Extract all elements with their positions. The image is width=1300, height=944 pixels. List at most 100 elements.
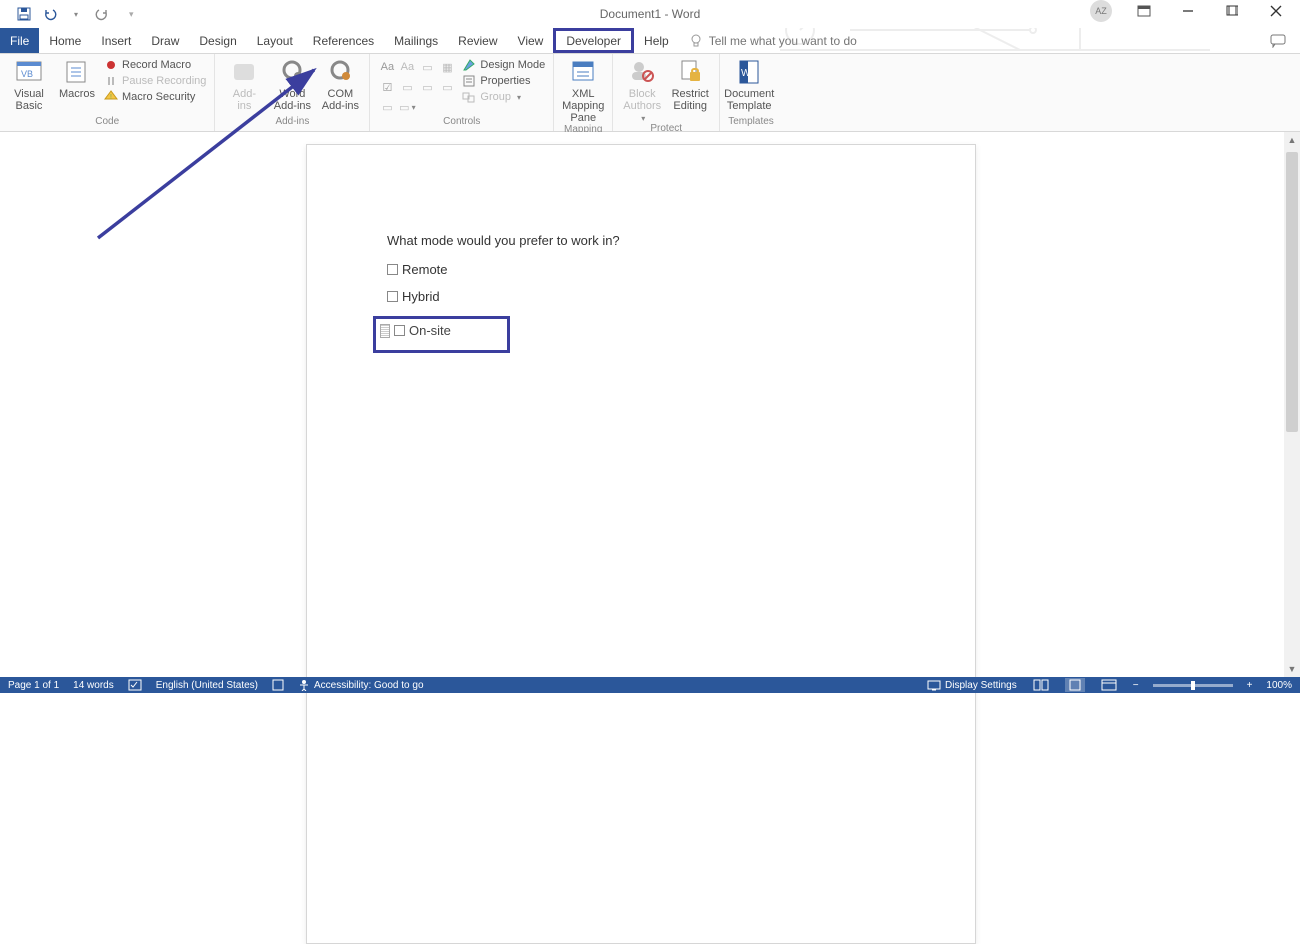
status-macro-icon[interactable] [272, 679, 284, 691]
group-control-button: Group▾ [462, 90, 545, 104]
tab-review[interactable]: Review [448, 28, 507, 53]
zoom-slider[interactable] [1153, 684, 1233, 687]
zoom-level[interactable]: 100% [1266, 680, 1292, 691]
qat-dropdown-icon[interactable]: ▾ [66, 4, 86, 24]
picture-control-icon[interactable]: ▭ [418, 58, 436, 76]
macro-security-button[interactable]: !Macro Security [104, 90, 206, 104]
tab-view[interactable]: View [508, 28, 554, 53]
pause-recording-button: Pause Recording [104, 74, 206, 88]
close-icon[interactable] [1258, 1, 1294, 21]
read-mode-icon[interactable] [1031, 678, 1051, 692]
status-accessibility[interactable]: Accessibility: Good to go [298, 679, 424, 691]
content-control-handle-icon[interactable] [380, 324, 390, 338]
legacy-tools-icon[interactable]: ▭▾ [398, 98, 416, 116]
com-addins-button[interactable]: COM Add-ins [319, 58, 361, 112]
comments-icon[interactable] [1270, 34, 1286, 51]
tab-draw[interactable]: Draw [141, 28, 189, 53]
checkbox-icon[interactable] [387, 264, 398, 275]
zoom-in-icon[interactable]: + [1247, 680, 1253, 691]
maximize-icon[interactable] [1214, 1, 1250, 21]
dropdown-control-icon[interactable]: ▭ [418, 78, 436, 96]
ribbon-display-icon[interactable] [1126, 1, 1162, 21]
visual-basic-button[interactable]: VB Visual Basic [8, 58, 50, 112]
tab-layout[interactable]: Layout [247, 28, 303, 53]
restrict-editing-button[interactable]: Restrict Editing [669, 58, 711, 112]
plain-text-control-icon[interactable]: Aa [398, 58, 416, 76]
tab-insert[interactable]: Insert [91, 28, 141, 53]
date-picker-control-icon[interactable]: ▭ [438, 78, 456, 96]
checkbox-control-icon[interactable]: ☑ [378, 78, 396, 96]
block-authors-button: Block Authors▾ [621, 58, 663, 123]
tab-mailings[interactable]: Mailings [384, 28, 448, 53]
vertical-scrollbar[interactable]: ▲ ▼ [1284, 132, 1300, 677]
document-area[interactable]: What mode would you prefer to work in? R… [0, 132, 1282, 677]
status-bar: Page 1 of 1 14 words English (United Sta… [0, 677, 1300, 693]
group-addins: Add- ins Word Add-ins COM Add-ins Add-in… [215, 54, 370, 131]
option-onsite-label: On-site [409, 323, 451, 338]
page[interactable]: What mode would you prefer to work in? R… [306, 144, 976, 944]
qat-customize-icon[interactable]: ⠀▾ [118, 4, 138, 24]
save-icon[interactable] [14, 4, 34, 24]
user-avatar[interactable]: AZ [1090, 0, 1112, 22]
web-layout-icon[interactable] [1099, 678, 1119, 692]
group-mapping: XML Mapping Pane Mapping [554, 54, 613, 131]
visual-basic-label: Visual Basic [14, 88, 44, 112]
tab-home[interactable]: Home [39, 28, 91, 53]
group-addins-label: Add-ins [223, 116, 361, 129]
tab-developer[interactable]: Developer [553, 28, 634, 53]
status-language[interactable]: English (United States) [156, 680, 258, 691]
redo-icon[interactable] [92, 4, 112, 24]
scroll-thumb[interactable] [1286, 152, 1298, 432]
zoom-out-icon[interactable]: − [1133, 680, 1139, 691]
checkbox-icon[interactable] [387, 291, 398, 302]
status-page[interactable]: Page 1 of 1 [8, 680, 59, 691]
svg-text:!: ! [110, 94, 112, 101]
display-settings-button[interactable]: Display Settings [927, 680, 1017, 691]
document-template-button[interactable]: W Document Template [728, 58, 770, 112]
tell-me-search[interactable] [689, 28, 929, 53]
option-onsite-selected[interactable]: On-site [373, 316, 510, 353]
undo-icon[interactable] [40, 4, 60, 24]
group-templates: W Document Template Templates [720, 54, 782, 131]
rich-text-control-icon[interactable]: Aa [378, 58, 396, 76]
status-spellcheck-icon[interactable] [128, 679, 142, 691]
scroll-up-icon[interactable]: ▲ [1284, 132, 1300, 148]
repeating-control-icon[interactable]: ▭ [378, 98, 396, 116]
word-addins-button[interactable]: Word Add-ins [271, 58, 313, 112]
macros-button[interactable]: Macros [56, 58, 98, 100]
status-words[interactable]: 14 words [73, 680, 114, 691]
macros-label: Macros [59, 88, 95, 100]
group-controls-label: Controls [378, 116, 545, 129]
question-text: What mode would you prefer to work in? [387, 233, 895, 248]
tab-design[interactable]: Design [189, 28, 246, 53]
document-title: Document1 - Word [600, 7, 700, 21]
group-code: VB Visual Basic Macros Record Macro Paus… [0, 54, 215, 131]
group-protect: Block Authors▾ Restrict Editing Protect [613, 54, 720, 131]
lightbulb-icon [689, 34, 703, 48]
xml-mapping-pane-button[interactable]: XML Mapping Pane [562, 58, 604, 124]
minimize-icon[interactable] [1170, 1, 1206, 21]
group-code-label: Code [8, 116, 206, 129]
tab-help[interactable]: Help [634, 28, 679, 53]
building-block-control-icon[interactable]: ▦ [438, 58, 456, 76]
option-remote[interactable]: Remote [387, 262, 895, 277]
scroll-down-icon[interactable]: ▼ [1284, 661, 1300, 677]
record-macro-button[interactable]: Record Macro [104, 58, 206, 72]
combo-box-control-icon[interactable]: ▭ [398, 78, 416, 96]
ribbon-tabs: File Home Insert Draw Design Layout Refe… [0, 28, 1300, 54]
addins-button: Add- ins [223, 58, 265, 112]
group-templates-label: Templates [728, 116, 774, 129]
checkbox-icon[interactable] [394, 325, 405, 336]
tab-file[interactable]: File [0, 28, 39, 53]
zoom-slider-thumb[interactable] [1191, 681, 1195, 690]
svg-text:VB: VB [21, 69, 33, 79]
svg-text:W: W [741, 68, 751, 79]
ribbon: VB Visual Basic Macros Record Macro Paus… [0, 54, 1300, 132]
tell-me-input[interactable] [709, 34, 929, 48]
properties-button[interactable]: Properties [462, 74, 545, 88]
title-bar: ▾ ⠀▾ Document1 - Word AZ [0, 0, 1300, 28]
tab-references[interactable]: References [303, 28, 384, 53]
option-hybrid[interactable]: Hybrid [387, 289, 895, 304]
design-mode-button[interactable]: Design Mode [462, 58, 545, 72]
print-layout-icon[interactable] [1065, 678, 1085, 692]
